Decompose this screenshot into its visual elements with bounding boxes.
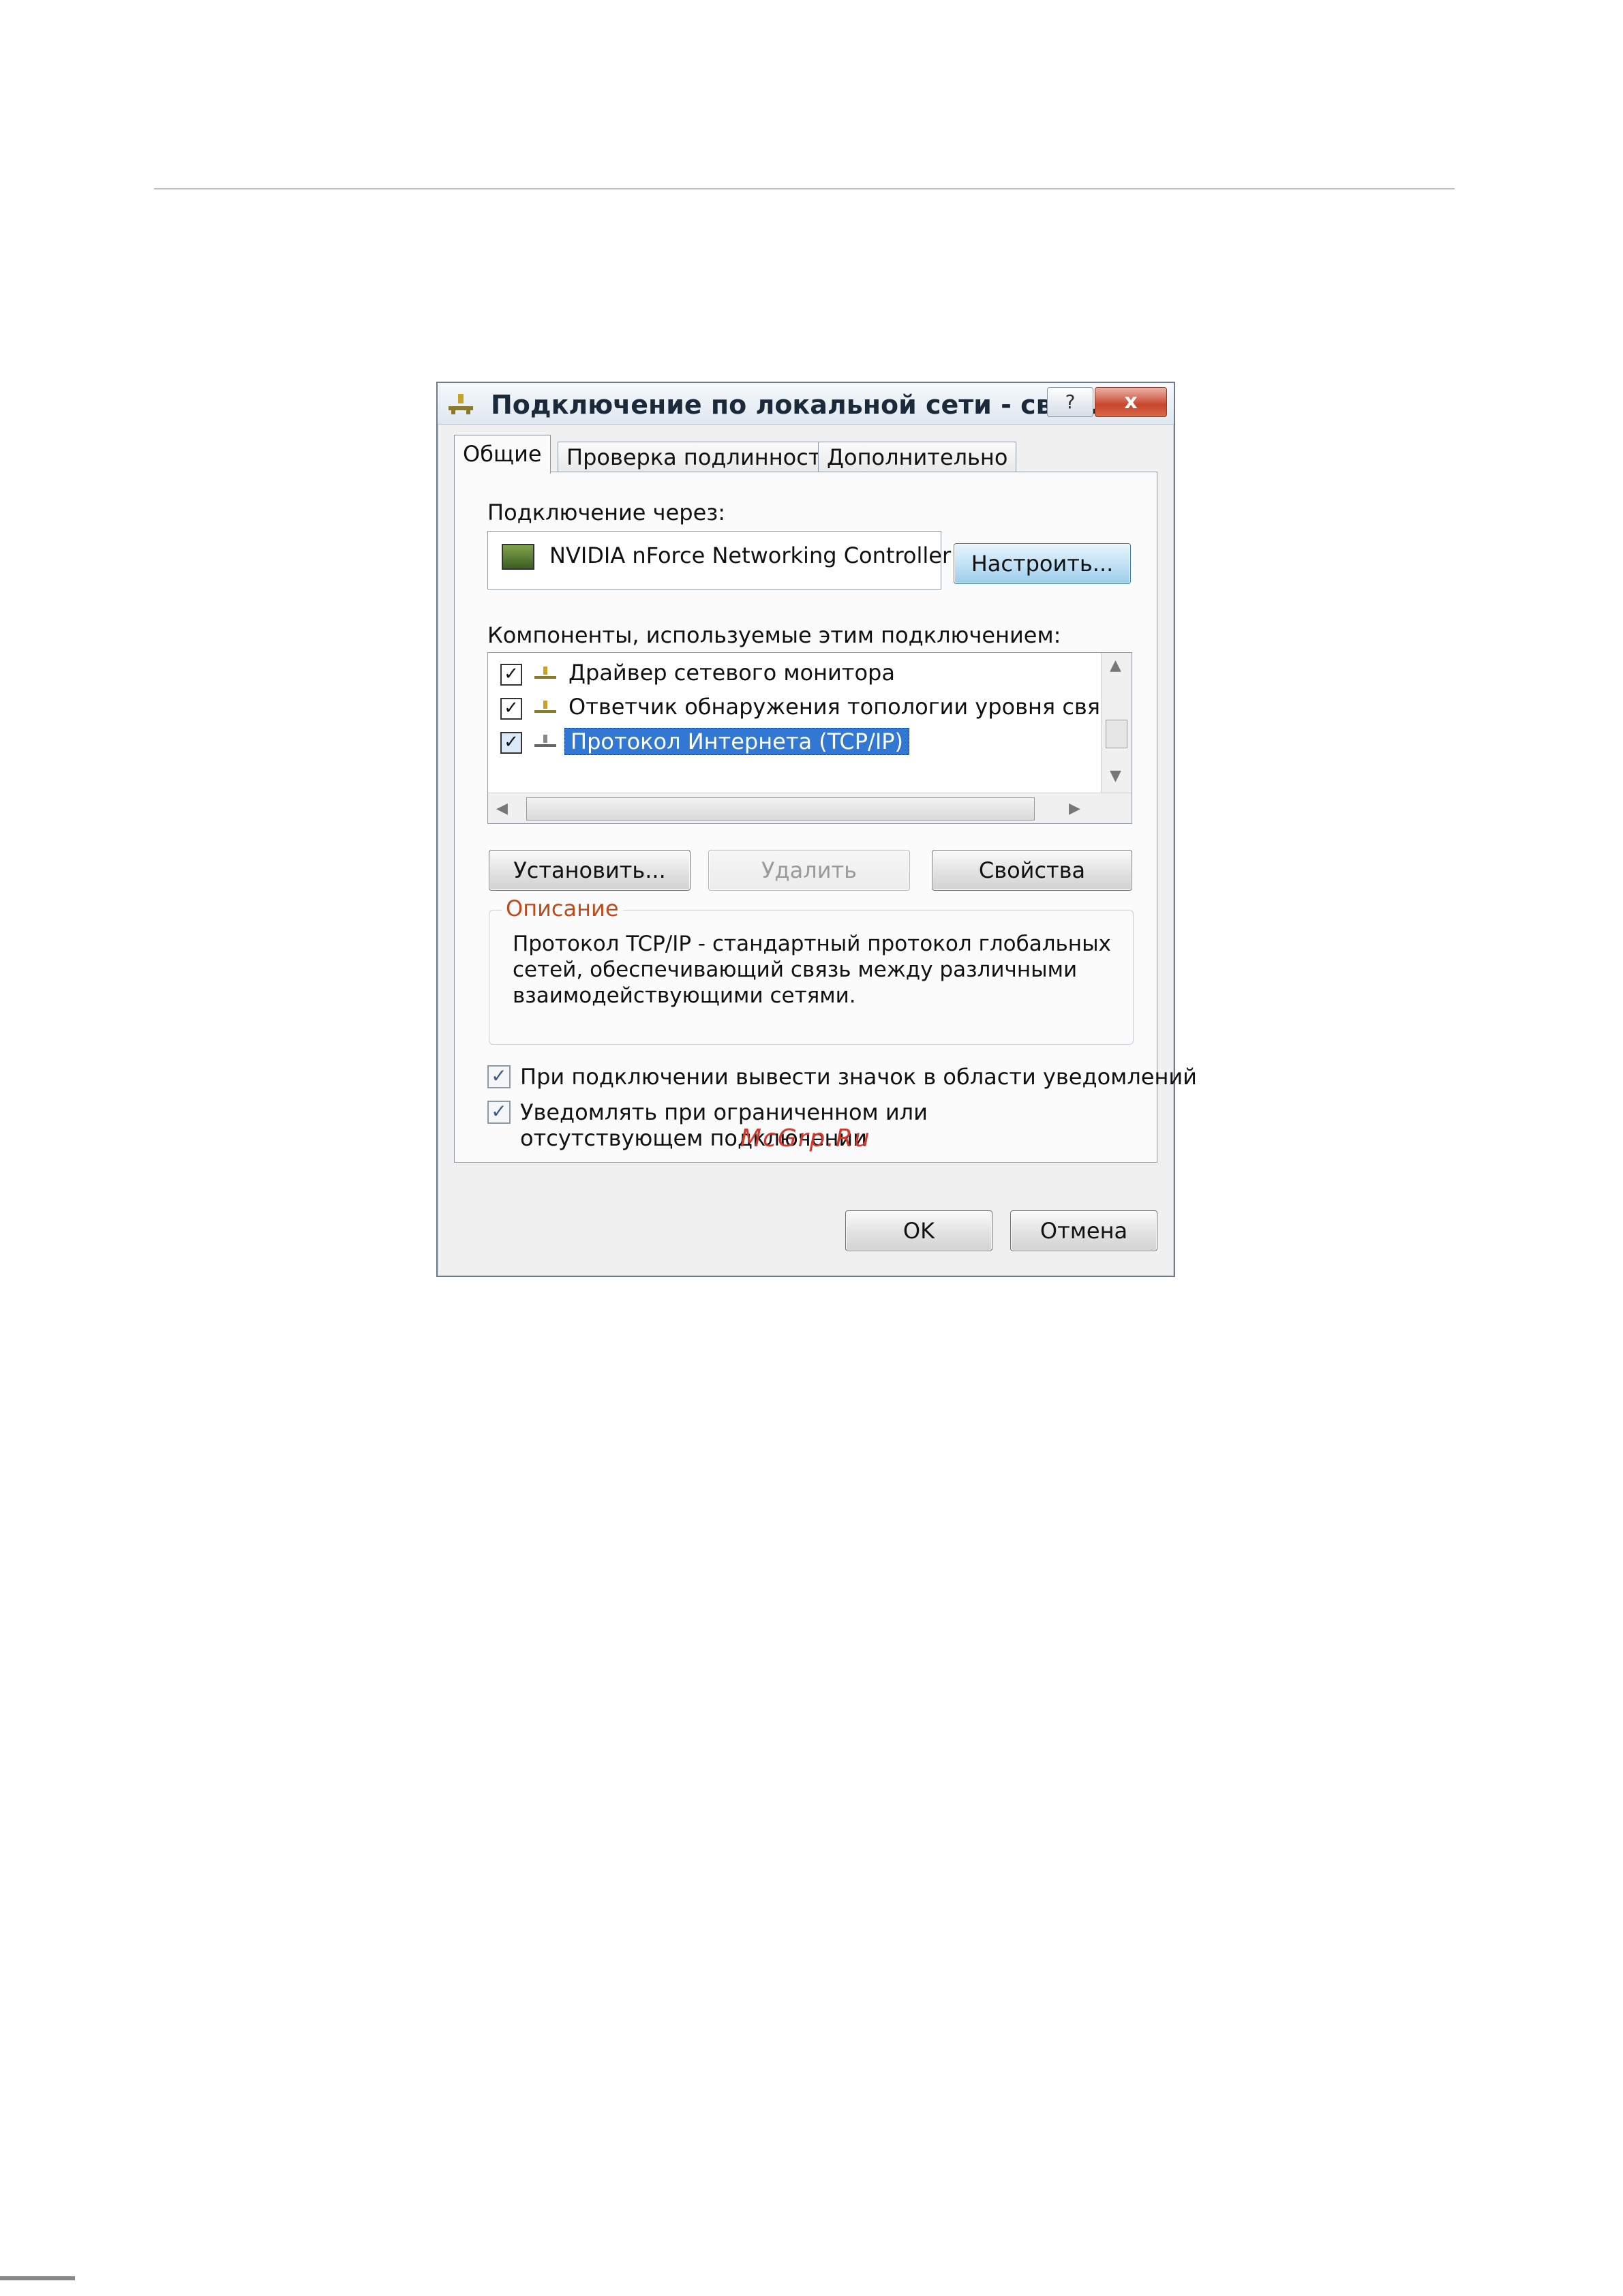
scroll-down-icon[interactable]: ▼: [1110, 767, 1121, 784]
remove-button[interactable]: Удалить: [708, 850, 910, 891]
description-group: Описание Протокол TCP/IP - стандартный п…: [489, 896, 1134, 1045]
adapter-name: NVIDIA nForce Networking Controller: [549, 542, 952, 568]
description-legend: Описание: [502, 896, 623, 921]
component-label: Драйвер сетевого монитора: [568, 660, 895, 686]
dialog-title: Подключение по локальной сети - сво...: [491, 390, 1100, 420]
description-text: Протокол TCP/IP - стандартный протокол г…: [513, 932, 1111, 1008]
cancel-button[interactable]: Отмена: [1010, 1210, 1157, 1251]
component-label-selected: Протокол Интернета (TCP/IP): [564, 728, 910, 755]
title-bar[interactable]: Подключение по локальной сети - сво... ?…: [438, 383, 1174, 425]
network-icon: [534, 735, 556, 747]
help-icon[interactable]: ?: [1047, 387, 1093, 417]
page-divider: [154, 188, 1455, 189]
checkbox-icon[interactable]: ✓: [487, 1101, 511, 1124]
scroll-left-icon[interactable]: ◀: [496, 800, 508, 817]
properties-button[interactable]: Свойства: [932, 850, 1132, 891]
checkbox-icon[interactable]: ✓: [500, 732, 522, 754]
network-icon: [449, 394, 473, 414]
checkbox-icon[interactable]: ✓: [487, 1065, 511, 1088]
tab-authentication[interactable]: Проверка подлинности: [558, 442, 845, 472]
adapter-icon: [502, 544, 534, 570]
horizontal-scroll-thumb[interactable]: [526, 797, 1035, 821]
component-label: Ответчик обнаружения топологии уровня св…: [568, 694, 1126, 720]
connect-via-label: Подключение через:: [487, 500, 726, 525]
components-label: Компоненты, используемые этим подключени…: [487, 622, 1061, 648]
install-button[interactable]: Установить...: [489, 850, 691, 891]
scroll-thumb[interactable]: [1106, 720, 1127, 748]
watermark: McGrp.Ru: [740, 1124, 871, 1152]
general-tab-panel: Подключение через: NVIDIA nForce Network…: [454, 472, 1197, 1163]
ok-button[interactable]: OK: [845, 1210, 992, 1251]
checkbox-icon[interactable]: ✓: [500, 698, 522, 720]
scroll-right-icon[interactable]: ▶: [1069, 800, 1080, 817]
tab-general[interactable]: Общие: [454, 435, 551, 474]
horizontal-scrollbar[interactable]: ◀ ▶: [488, 793, 1132, 823]
tray-icon-option-label: При подключении вывести значок в области…: [520, 1064, 1197, 1090]
configure-button[interactable]: Настроить...: [954, 543, 1131, 584]
adapter-box: NVIDIA nForce Networking Controller: [487, 531, 951, 590]
checkbox-icon[interactable]: ✓: [500, 664, 522, 686]
page-edge-mark: [0, 2276, 75, 2280]
close-icon[interactable]: x: [1095, 387, 1167, 417]
tab-advanced[interactable]: Дополнительно: [818, 442, 1017, 472]
vertical-scrollbar[interactable]: ▲ ▼: [1101, 653, 1132, 793]
components-list[interactable]: ✓ Драйвер сетевого монитора ✓ Ответчик о…: [487, 652, 1132, 824]
network-icon: [534, 667, 556, 679]
scroll-up-icon[interactable]: ▲: [1110, 657, 1121, 674]
network-icon: [534, 701, 556, 713]
